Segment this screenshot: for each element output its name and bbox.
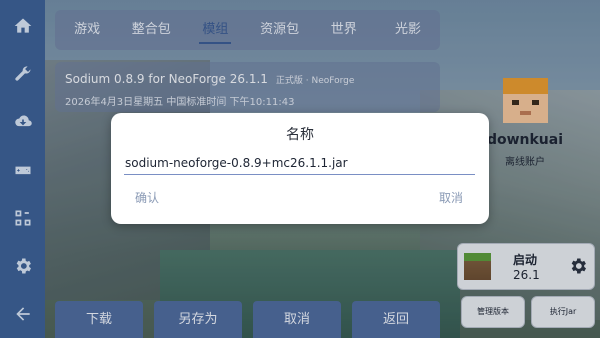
dialog-title: 名称 [286, 127, 314, 143]
filename-input[interactable] [124, 152, 475, 175]
rename-dialog: 名称 确认 取消 [111, 113, 489, 224]
confirm-button[interactable]: 确认 [135, 189, 159, 206]
dialog-cancel-button[interactable]: 取消 [439, 189, 463, 206]
